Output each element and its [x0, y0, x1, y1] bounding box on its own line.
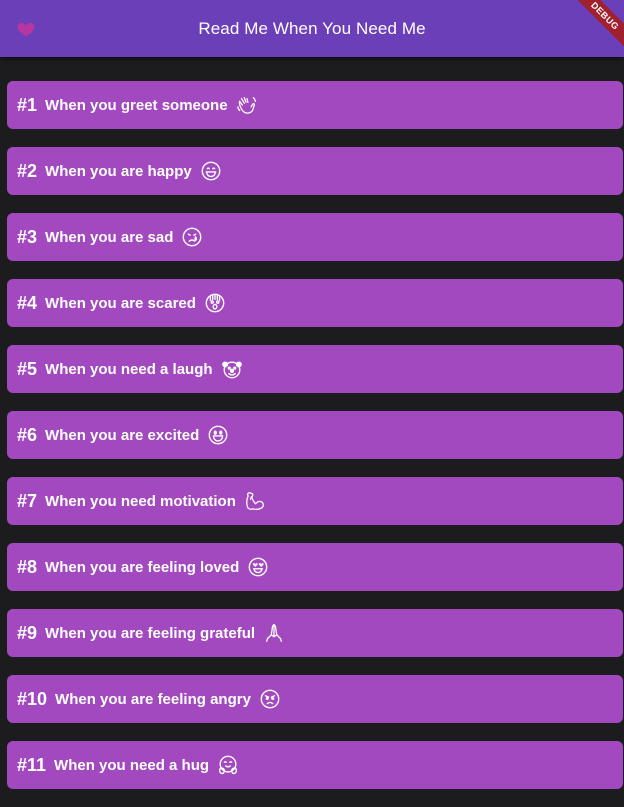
item-number: #11 [17, 754, 47, 775]
item-number: #2 [17, 160, 38, 181]
item-number: #9 [17, 622, 38, 643]
heart-eyes-face-icon [247, 556, 269, 578]
item-number: #6 [17, 424, 38, 445]
item-label: When you are scared [45, 294, 196, 312]
screaming-face-icon [204, 292, 226, 314]
list-item[interactable]: #11 When you need a hug [7, 741, 623, 789]
flexed-biceps-icon [244, 490, 266, 512]
item-label: When you are feeling grateful [45, 624, 256, 642]
item-number: #10 [17, 688, 48, 709]
list-item[interactable]: #1 When you greet someone [7, 81, 623, 129]
list-item[interactable]: #4 When you are scared [7, 279, 623, 327]
item-number: #7 [17, 490, 38, 511]
item-label: When you are feeling loved [45, 558, 240, 576]
app-bar: Read Me When You Need Me DEBUG [0, 0, 624, 57]
hugging-face-icon [217, 754, 239, 776]
item-label: When you need a hug [54, 756, 210, 774]
list-item[interactable]: #6 When you are excited [7, 411, 623, 459]
list-item[interactable]: #2 When you are happy [7, 147, 623, 195]
angry-face-icon [259, 688, 281, 710]
crying-face-icon [181, 226, 203, 248]
item-label: When you are sad [45, 228, 174, 246]
clown-face-icon [221, 358, 243, 380]
grinning-face-icon [200, 160, 222, 182]
debug-banner: DEBUG [568, 0, 624, 53]
heart-icon[interactable] [16, 19, 36, 39]
item-label: When you need a laugh [45, 360, 213, 378]
item-number: #5 [17, 358, 38, 379]
item-number: #1 [17, 94, 38, 115]
list-item[interactable]: #3 When you are sad [7, 213, 623, 261]
waving-hand-icon [236, 94, 258, 116]
item-label: When you are excited [45, 426, 200, 444]
item-label: When you are happy [45, 162, 192, 180]
item-label: When you need motivation [45, 492, 236, 510]
folded-hands-icon [263, 622, 285, 644]
list-item[interactable]: #9 When you are feeling grateful [7, 609, 623, 657]
big-smile-face-icon [207, 424, 229, 446]
item-number: #4 [17, 292, 38, 313]
list-item[interactable]: #7 When you need motivation [7, 477, 623, 525]
item-number: #8 [17, 556, 38, 577]
page-title: Read Me When You Need Me [198, 18, 426, 38]
list-item[interactable]: #5 When you need a laugh [7, 345, 623, 393]
list-item[interactable]: #8 When you are feeling loved [7, 543, 623, 591]
list-item[interactable]: #10 When you are feeling angry [7, 675, 623, 723]
message-list: #1 When you greet someone #2 When you ar… [7, 81, 623, 807]
item-label: When you greet someone [45, 96, 228, 114]
item-number: #3 [17, 226, 38, 247]
item-label: When you are feeling angry [55, 690, 251, 708]
